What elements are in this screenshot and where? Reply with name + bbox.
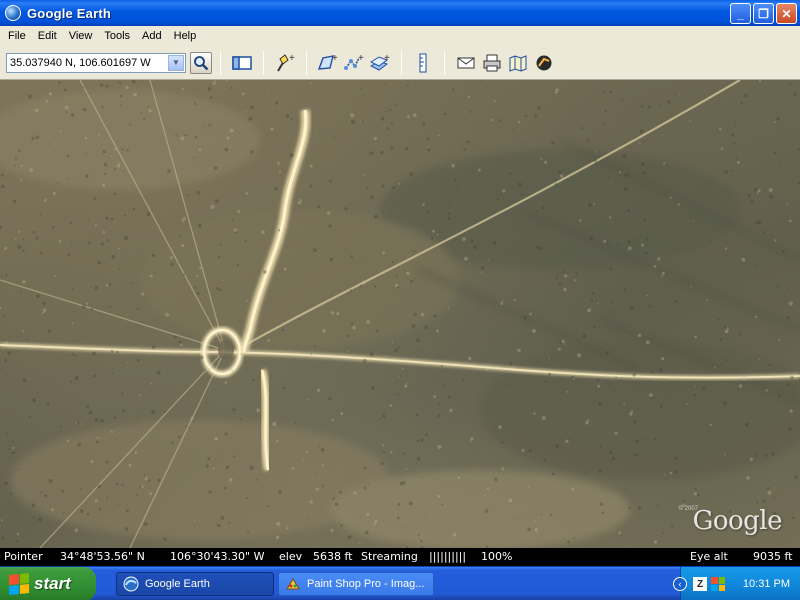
view-in-maps-button[interactable] xyxy=(507,52,529,74)
add-placemark-button[interactable]: + xyxy=(274,52,296,74)
paint-shop-pro-icon xyxy=(286,578,300,590)
toolbar: 35.037940 N, 106.601697 W ▼ + + + + xyxy=(0,46,800,80)
email-icon xyxy=(457,57,475,68)
toolbar-divider xyxy=(401,50,402,75)
taskbar-item-label: Paint Shop Pro - Imag... xyxy=(307,578,425,590)
system-tray: ‹ Z 10:31 PM xyxy=(673,567,800,600)
elev-label: elev xyxy=(279,550,303,563)
search-button[interactable] xyxy=(190,51,212,74)
menu-add[interactable]: Add xyxy=(136,30,168,42)
toolbar-divider xyxy=(263,50,264,75)
taskbar: start Google Earth Paint Shop Pro - Imag… xyxy=(0,566,800,600)
title-bar[interactable]: Google Earth _ ❐ ✕ xyxy=(0,0,800,26)
search-icon xyxy=(194,55,209,70)
image-overlay-icon: + xyxy=(369,53,390,71)
elev-value: 5638 ft xyxy=(313,550,353,563)
google-earth-icon xyxy=(123,576,139,592)
svg-text:+: + xyxy=(358,53,364,64)
zonealarm-icon[interactable]: Z xyxy=(693,577,707,591)
window-controls: _ ❐ ✕ xyxy=(730,3,797,24)
pointer-label: Pointer xyxy=(4,550,43,563)
taskbar-item-google-earth[interactable]: Google Earth xyxy=(116,572,274,596)
toolbar-divider xyxy=(444,50,445,75)
maps-icon xyxy=(509,54,527,72)
restore-button[interactable]: ❐ xyxy=(753,3,774,24)
google-watermark: Google xyxy=(692,506,783,536)
svg-text:+: + xyxy=(332,53,338,64)
eye-alt-value: 9035 ft xyxy=(753,550,793,563)
svg-text:+: + xyxy=(289,53,295,64)
toolbar-divider xyxy=(220,50,221,75)
clock: 10:31 PM xyxy=(742,578,790,590)
close-button[interactable]: ✕ xyxy=(776,3,797,24)
add-image-overlay-button[interactable]: + xyxy=(369,52,391,74)
taskbar-item-label: Google Earth xyxy=(145,578,210,590)
streaming-progress: |||||||||| xyxy=(429,550,467,563)
streaming-percent: 100% xyxy=(481,550,513,563)
sky-button[interactable] xyxy=(533,52,555,74)
print-button[interactable] xyxy=(481,52,503,74)
search-location-input[interactable]: 35.037940 N, 106.601697 W ▼ xyxy=(6,52,186,73)
streaming-label: Streaming xyxy=(361,550,418,563)
menu-bar: File Edit View Tools Add Help xyxy=(0,26,800,46)
add-path-button[interactable]: + xyxy=(343,52,365,74)
email-button[interactable] xyxy=(455,52,477,74)
map-viewport[interactable]: © 2007 Google xyxy=(0,80,800,548)
start-button[interactable]: start xyxy=(0,567,96,600)
start-label: start xyxy=(34,574,71,593)
sky-icon xyxy=(536,55,552,70)
add-polygon-button[interactable]: + xyxy=(317,52,339,74)
menu-edit[interactable]: Edit xyxy=(32,30,63,42)
svg-text:+: + xyxy=(384,53,390,64)
status-bar: Pointer 34°48'53.56" N 106°30'43.30" W e… xyxy=(0,548,800,566)
window-title: Google Earth xyxy=(27,5,112,21)
ruler-button[interactable] xyxy=(412,52,434,74)
path-icon: + xyxy=(344,53,364,70)
eye-alt-label: Eye alt xyxy=(690,550,728,563)
sidebar-toggle-button[interactable] xyxy=(231,52,253,74)
pointer-latitude: 34°48'53.56" N xyxy=(60,550,145,563)
polygon-icon: + xyxy=(317,53,338,70)
menu-file[interactable]: File xyxy=(2,30,32,42)
chevron-down-icon[interactable]: ▼ xyxy=(168,54,184,71)
placemark-icon: + xyxy=(277,53,295,72)
menu-tools[interactable]: Tools xyxy=(98,30,136,42)
windows-logo-icon xyxy=(9,572,29,596)
sidebar-toggle-icon xyxy=(232,55,252,70)
satellite-terrain xyxy=(0,80,800,548)
minimize-button[interactable]: _ xyxy=(730,3,751,24)
pointer-longitude: 106°30'43.30" W xyxy=(170,550,265,563)
ruler-icon xyxy=(419,53,427,72)
taskbar-item-paint-shop-pro[interactable]: Paint Shop Pro - Imag... xyxy=(278,572,434,596)
coordinates-value: 35.037940 N, 106.601697 W xyxy=(10,56,151,69)
tray-expand-icon[interactable]: ‹ xyxy=(673,577,687,591)
menu-help[interactable]: Help xyxy=(168,30,203,42)
print-icon xyxy=(483,54,501,71)
google-earth-icon xyxy=(5,5,21,21)
windows-tray-icon[interactable] xyxy=(711,577,725,591)
menu-view[interactable]: View xyxy=(63,30,99,42)
toolbar-divider xyxy=(306,50,307,75)
